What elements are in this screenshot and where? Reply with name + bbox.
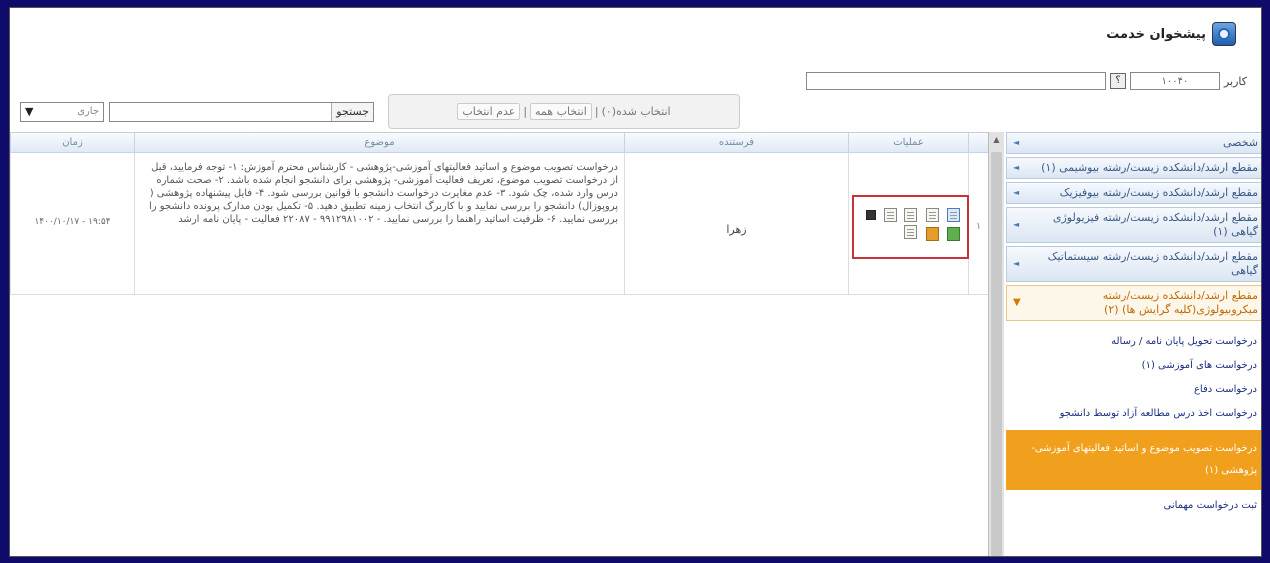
deselect-button[interactable]: عدم انتخاب	[457, 103, 521, 120]
search-input[interactable]	[110, 102, 332, 121]
attach-document-icon[interactable]	[926, 208, 939, 222]
expand-arrow-icon: ◄	[1013, 259, 1020, 268]
sidebar-group-label: مقطع ارشد/دانشکده زیست/رشته بیوفیزیک	[1059, 186, 1258, 199]
user-label: کاربر	[1223, 74, 1247, 88]
expand-arrow-icon: ◄	[1013, 188, 1020, 197]
user-name-input[interactable]	[805, 72, 1106, 90]
chevron-down-icon: ▼	[25, 105, 34, 118]
return-icon[interactable]	[926, 227, 939, 241]
sidebar-item-defense-request[interactable]: درخواست دفاع	[1006, 378, 1261, 402]
sidebar-nav: شخصی ◄ مقطع ارشد/دانشکده زیست/رشته بیوشی…	[1006, 132, 1261, 556]
row-subject[interactable]: درخواست تصویب موضوع و اساتید فعالیتهای آ…	[134, 153, 624, 294]
expand-arrow-icon: ◄	[1013, 220, 1020, 229]
sidebar-item-free-study-course[interactable]: درخواست اخذ درس مطالعه آزاد توسط دانشجو	[1006, 402, 1261, 426]
search-button[interactable]: جستجو	[331, 102, 373, 121]
search-box: جستجو	[109, 101, 374, 122]
sidebar-group-biochemistry[interactable]: مقطع ارشد/دانشکده زیست/رشته بیوشیمی (۱) …	[1006, 157, 1261, 179]
collapse-arrow-icon: ▼	[1013, 297, 1021, 308]
sidebar-group-microbiology[interactable]: مقطع ارشد/دانشکده زیست/رشته میکروبیولوژی…	[1006, 285, 1261, 321]
sidebar-item-guest-request[interactable]: ثبت درخواست مهمانی	[1006, 494, 1261, 518]
sidebar-group-label: مقطع ارشد/دانشکده زیست/رشته بیوشیمی (۱)	[1041, 161, 1258, 174]
status-select[interactable]: ▼ جاری	[20, 101, 104, 122]
flag-icon[interactable]	[866, 210, 876, 220]
forward-document-icon[interactable]	[947, 208, 960, 222]
column-header-number	[968, 133, 988, 152]
sidebar-item-thesis-delivery[interactable]: درخواست تحویل پایان نامه / رساله	[1006, 330, 1261, 354]
page-title: پیشخوان خدمت	[1106, 26, 1206, 42]
selection-controls: عدم انتخاب | انتخاب همه | انتخاب شده(۰)	[388, 94, 740, 129]
row-operations	[848, 153, 969, 294]
sidebar-group-label: مقطع ارشد/دانشکده زیست/رشته میکروبیولوژی…	[1102, 289, 1258, 316]
service-desk-logo-icon	[1212, 22, 1236, 46]
sidebar-group-plant-physiology[interactable]: مقطع ارشد/دانشکده زیست/رشته فیزیولوژی گی…	[1006, 207, 1261, 243]
selected-count: انتخاب شده(۰)	[601, 105, 671, 118]
separator: |	[594, 105, 599, 118]
scrollbar-thumb[interactable]	[991, 152, 1002, 556]
grid-toolbar: ▼ جاری جستجو عدم انتخاب | انتخاب همه | ا…	[20, 93, 755, 130]
sidebar-group-label: شخصی	[1222, 136, 1258, 149]
column-header-operations[interactable]: عملیات	[848, 133, 968, 152]
operations-highlight-box	[852, 195, 969, 259]
user-selector: کاربر ؟	[805, 72, 1247, 90]
sidebar-sub-list: درخواست تحویل پایان نامه / رساله درخواست…	[1006, 324, 1261, 518]
sidebar-item-educational-requests[interactable]: درخواست های آموزشی (۱)	[1006, 354, 1261, 378]
column-header-time[interactable]: زمان	[10, 133, 134, 152]
print-document-icon[interactable]	[904, 225, 917, 239]
app-frame: پیشخوان خدمت کاربر ؟ ▼ جاری جستجو عدم ان…	[9, 7, 1262, 557]
row-number: ۱	[968, 153, 988, 294]
column-header-sender[interactable]: فرستنده	[624, 133, 848, 152]
column-header-subject[interactable]: موضوع	[134, 133, 624, 152]
sidebar-group-biophysics[interactable]: مقطع ارشد/دانشکده زیست/رشته بیوفیزیک ◄	[1006, 182, 1261, 204]
grid-scrollbar[interactable]: ▲	[988, 132, 1004, 556]
page-header: پیشخوان خدمت	[1106, 22, 1236, 46]
separator: |	[523, 105, 528, 118]
view-document-icon[interactable]	[884, 208, 897, 222]
sidebar-group-plant-systematics[interactable]: مقطع ارشد/دانشکده زیست/رشته سیستماتیک گی…	[1006, 246, 1261, 282]
approve-icon[interactable]	[947, 227, 960, 241]
status-select-value: جاری	[77, 106, 99, 117]
sidebar-group-label: مقطع ارشد/دانشکده زیست/رشته سیستماتیک گی…	[1047, 250, 1258, 277]
select-all-button[interactable]: انتخاب همه	[530, 103, 592, 120]
scroll-up-icon[interactable]: ▲	[989, 132, 1004, 148]
grid-header: زمان موضوع فرستنده عملیات	[10, 133, 988, 153]
edit-document-icon[interactable]	[904, 208, 917, 222]
sidebar-group-label: مقطع ارشد/دانشکده زیست/رشته فیزیولوژی گی…	[1052, 211, 1258, 238]
row-sender: زهرا	[624, 153, 848, 294]
sidebar-item-topic-approval[interactable]: درخواست تصویب موضوع و اساتید فعالیتهای آ…	[1006, 430, 1261, 490]
row-time: ۱۴۰۰/۱۰/۱۷ - ۱۹:۵۴	[10, 153, 134, 294]
expand-arrow-icon: ◄	[1013, 138, 1020, 147]
table-row[interactable]: ۱۴۰۰/۱۰/۱۷ - ۱۹:۵۴ درخواست تصویب موضوع و…	[10, 153, 988, 295]
sidebar-group-personal[interactable]: شخصی ◄	[1006, 132, 1261, 154]
user-code-input[interactable]	[1129, 72, 1220, 90]
user-lookup-button[interactable]: ؟	[1109, 73, 1126, 89]
expand-arrow-icon: ◄	[1013, 163, 1020, 172]
inbox-grid: زمان موضوع فرستنده عملیات ۱۴۰۰/۱۰/۱۷ - ۱…	[10, 132, 988, 556]
